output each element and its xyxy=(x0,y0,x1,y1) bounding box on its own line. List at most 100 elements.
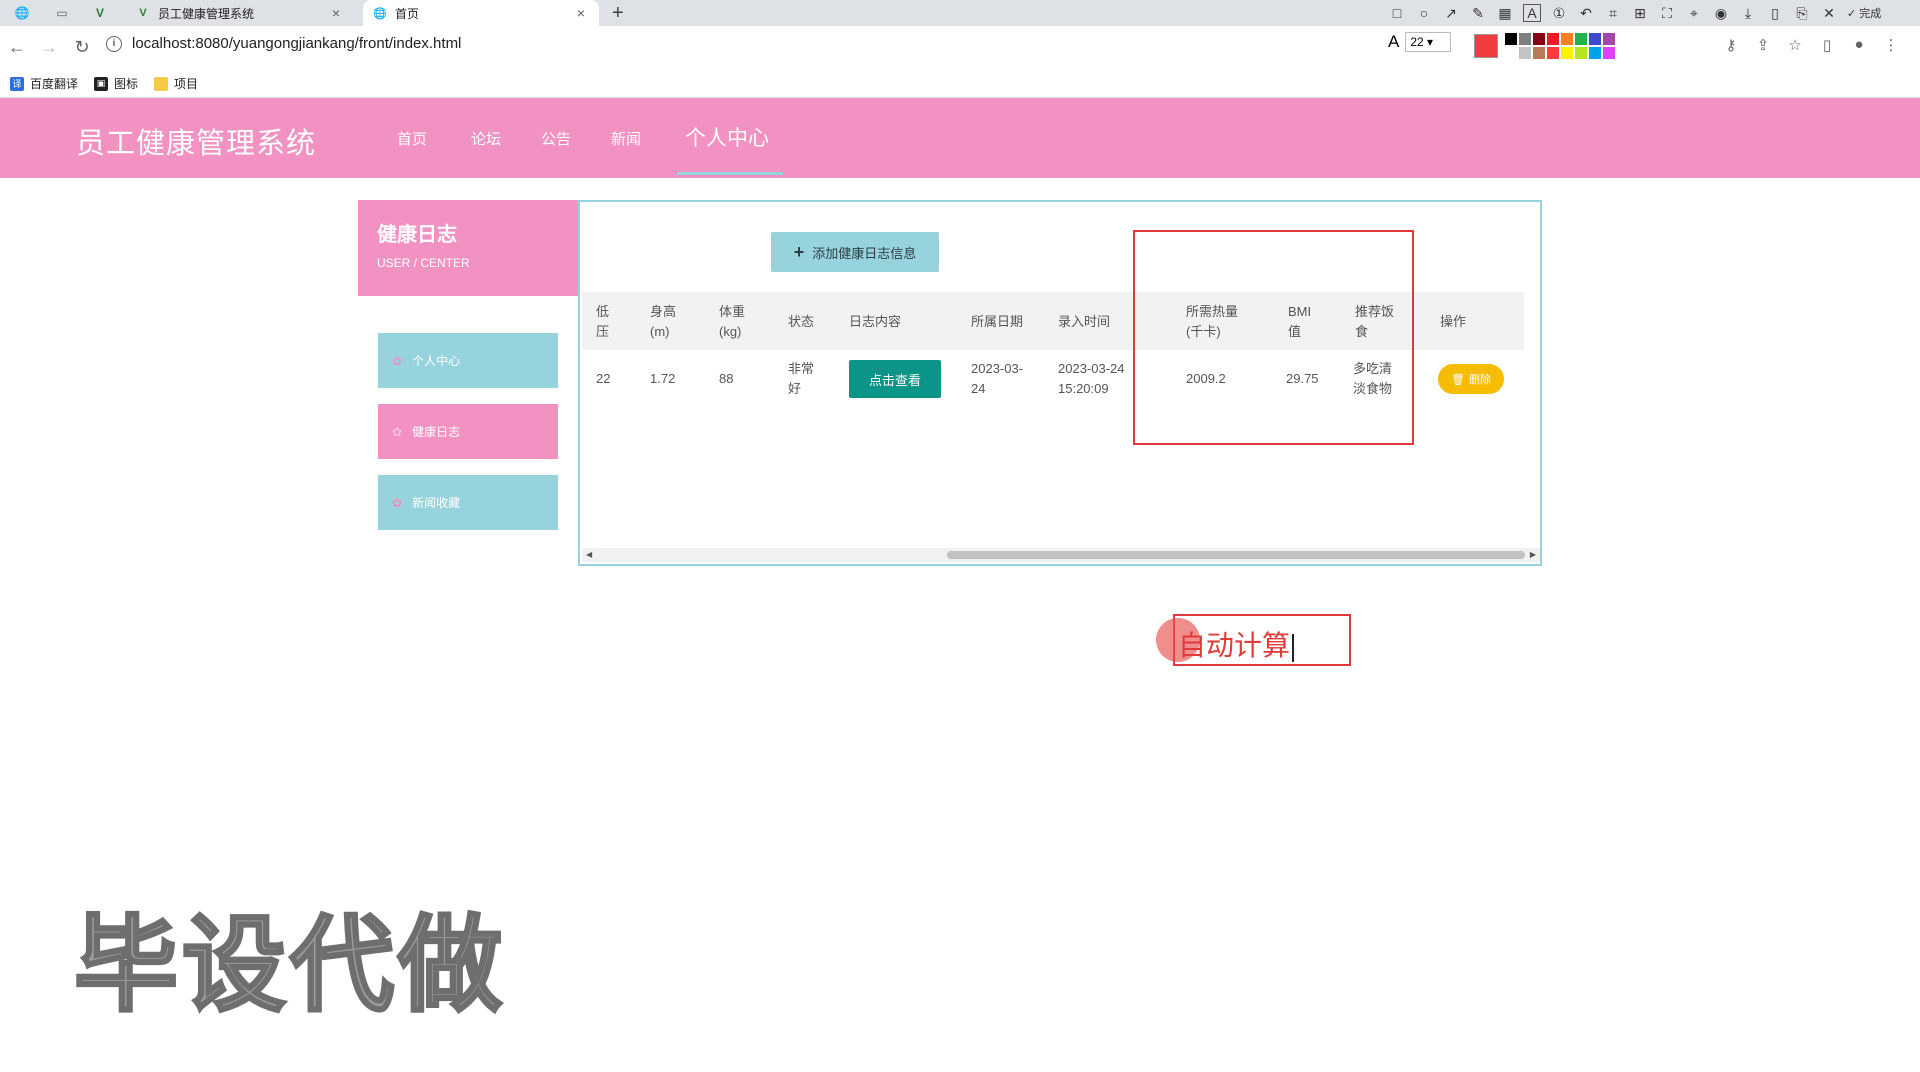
nav-notice[interactable]: 公告 xyxy=(541,128,571,149)
cell-line: 2023-03-24 xyxy=(1058,361,1125,376)
col-weight: 体重 (kg) xyxy=(719,302,745,342)
key-icon[interactable]: ⚷ xyxy=(1722,36,1740,54)
copy-icon[interactable]: ▯ xyxy=(1766,5,1784,22)
nav-home[interactable]: 首页 xyxy=(397,128,427,149)
star-icon[interactable]: ☆ xyxy=(1786,36,1804,54)
color-swatch[interactable] xyxy=(1519,47,1531,59)
blank-tab-icon[interactable]: ▭ xyxy=(54,5,70,21)
color-swatch[interactable] xyxy=(1505,47,1517,59)
cell-height: 1.72 xyxy=(650,371,676,386)
profile-avatar-icon[interactable]: ● xyxy=(1850,36,1868,54)
header-line: 所属日期 xyxy=(971,314,1024,329)
address-bar[interactable]: i localhost:8080/yuangongjiankang/front/… xyxy=(106,35,461,52)
sidebar-item-news-favorites[interactable]: ✿ 新闻收藏 xyxy=(378,475,558,530)
back-arrow-icon[interactable]: ← xyxy=(6,37,28,58)
close-tab-icon[interactable]: × xyxy=(328,5,344,21)
color-palette xyxy=(1505,33,1615,59)
color-swatch[interactable] xyxy=(1519,33,1531,45)
bookmark-baidu-translate[interactable]: 译 百度翻译 xyxy=(10,75,78,92)
globe-icon[interactable]: 🌐 xyxy=(14,5,30,21)
sidepanel-icon[interactable]: ▯ xyxy=(1818,36,1836,54)
scroll-left-arrow-icon[interactable]: ◀ xyxy=(586,550,592,559)
cell-entry-time: 2023-03-24 15:20:09 xyxy=(1058,359,1125,399)
cell-low-pressure: 22 xyxy=(596,371,611,386)
header-line: 压 xyxy=(596,324,610,339)
flower-icon: ✿ xyxy=(392,495,403,510)
nav-news[interactable]: 新闻 xyxy=(611,128,641,149)
share-icon[interactable]: ⇪ xyxy=(1754,36,1772,54)
number-tool-icon[interactable]: ① xyxy=(1550,5,1568,22)
bookmark-label: 项目 xyxy=(174,77,199,91)
pen-tool-icon[interactable]: ✎ xyxy=(1469,5,1487,22)
col-date: 所属日期 xyxy=(971,312,1023,332)
close-icon[interactable]: ✕ xyxy=(1820,5,1838,22)
nav-forum[interactable]: 论坛 xyxy=(471,128,501,149)
nav-personal-center[interactable]: 个人中心 xyxy=(685,122,769,152)
rectangle-tool-icon[interactable]: □ xyxy=(1388,5,1406,21)
color-swatch[interactable] xyxy=(1589,47,1601,59)
font-control: A 22 ▾ xyxy=(1388,32,1452,52)
url-text: localhost:8080/yuangongjiankang/front/in… xyxy=(132,35,462,52)
color-swatch[interactable] xyxy=(1561,33,1573,45)
forward-arrow-icon[interactable]: → xyxy=(38,37,60,58)
text-tool-icon[interactable]: A xyxy=(1523,4,1541,22)
site-info-icon[interactable]: i xyxy=(106,35,122,52)
color-swatch[interactable] xyxy=(1603,47,1615,59)
bookmark-icon[interactable]: ⎘ xyxy=(1793,5,1811,22)
sidebar-item-personal-center[interactable]: ✿ 个人中心 xyxy=(378,333,558,388)
horizontal-scrollbar[interactable]: ◀ ▶ xyxy=(582,548,1540,562)
done-button[interactable]: ✓ 完成 xyxy=(1847,5,1881,21)
header-line: (m) xyxy=(650,324,670,339)
undo-icon[interactable]: ↶ xyxy=(1577,5,1595,22)
scrollbar-thumb[interactable] xyxy=(947,551,1525,559)
scroll-right-arrow-icon[interactable]: ▶ xyxy=(1530,550,1536,559)
color-swatch[interactable] xyxy=(1575,47,1587,59)
sidebar-item-health-log[interactable]: ✿ 健康日志 xyxy=(378,404,558,459)
color-swatch[interactable] xyxy=(1589,33,1601,45)
translate-icon: 译 xyxy=(10,76,24,91)
arrow-tool-icon[interactable]: ↗ xyxy=(1442,5,1460,22)
download-icon[interactable]: ⤓ xyxy=(1739,5,1757,22)
annotation-text-value: 自动计算 xyxy=(1178,630,1291,661)
flower-icon: ✿ xyxy=(392,424,403,439)
sidebar-title: 健康日志 xyxy=(377,224,457,246)
header-line: 体重 xyxy=(719,304,746,319)
add-health-log-button[interactable]: + 添加健康日志信息 xyxy=(771,232,939,272)
delete-button[interactable]: 🗑 删除 xyxy=(1438,364,1504,394)
tab-home[interactable]: 🌐 首页 × xyxy=(363,0,599,26)
pin-icon[interactable]: ⌖ xyxy=(1685,5,1703,22)
font-size-select[interactable]: 22 ▾ xyxy=(1405,32,1452,52)
cell-line: 非常 xyxy=(788,361,815,376)
tab-employee-health[interactable]: V 员工健康管理系统 × xyxy=(126,0,354,26)
color-swatch[interactable] xyxy=(1575,33,1587,45)
color-swatch[interactable] xyxy=(1603,33,1615,45)
text-caret xyxy=(1292,633,1295,662)
bookmark-project[interactable]: 项目 xyxy=(154,75,198,92)
reload-icon[interactable]: ↻ xyxy=(71,37,93,58)
current-color-swatch[interactable] xyxy=(1474,34,1498,58)
crop-icon[interactable]: ⌗ xyxy=(1604,5,1622,22)
bookmark-icons[interactable]: ▣ 图标 xyxy=(94,75,138,92)
close-tab-icon[interactable]: × xyxy=(573,5,589,21)
color-swatch[interactable] xyxy=(1547,47,1559,59)
vue-logo-icon: V xyxy=(139,7,147,19)
color-swatch[interactable] xyxy=(1533,47,1545,59)
record-icon[interactable]: ◉ xyxy=(1712,5,1730,22)
color-swatch[interactable] xyxy=(1533,33,1545,45)
mosaic-tool-icon[interactable]: ▦ xyxy=(1496,5,1514,22)
scan-icon[interactable]: ⛶ xyxy=(1658,5,1676,22)
plus-icon: + xyxy=(793,241,805,262)
menu-dots-icon[interactable]: ⋮ xyxy=(1882,36,1900,54)
color-swatch[interactable] xyxy=(1547,33,1559,45)
header-line: 录入时间 xyxy=(1058,314,1111,329)
color-swatch[interactable] xyxy=(1505,33,1517,45)
cell-line: 好 xyxy=(788,381,802,396)
vue-logo-icon[interactable]: V xyxy=(92,5,108,21)
translate-icon[interactable]: ⊞ xyxy=(1631,5,1649,22)
add-button-label: 添加健康日志信息 xyxy=(812,245,917,261)
color-swatch[interactable] xyxy=(1561,47,1573,59)
view-log-button[interactable]: 点击查看 xyxy=(849,360,941,398)
ellipse-tool-icon[interactable]: ○ xyxy=(1415,5,1433,21)
header-line: 低 xyxy=(596,304,610,319)
new-tab-button[interactable]: + xyxy=(612,2,624,25)
